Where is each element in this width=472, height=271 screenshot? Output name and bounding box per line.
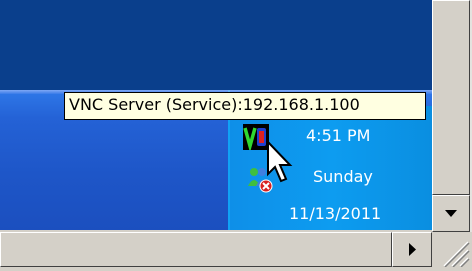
resize-grip-icon xyxy=(443,241,470,268)
vnc-tooltip: VNC Server (Service):192.168.1.100 xyxy=(64,92,426,120)
mouse-pointer-icon xyxy=(267,140,293,183)
right-arrow-icon xyxy=(409,243,416,256)
horizontal-scrollbar-thumb[interactable] xyxy=(0,232,392,267)
desktop-background xyxy=(0,0,432,90)
tray-day[interactable]: Sunday xyxy=(313,167,373,186)
tray-clock[interactable]: 4:51 PM xyxy=(306,126,370,145)
tray-date[interactable]: 11/13/2011 xyxy=(289,204,381,223)
vertical-scrollbar-thumb[interactable] xyxy=(432,0,470,195)
scroll-down-button[interactable] xyxy=(432,195,470,232)
down-arrow-icon xyxy=(445,210,457,217)
size-grip[interactable] xyxy=(432,232,472,268)
scroll-right-button[interactable] xyxy=(392,232,432,267)
